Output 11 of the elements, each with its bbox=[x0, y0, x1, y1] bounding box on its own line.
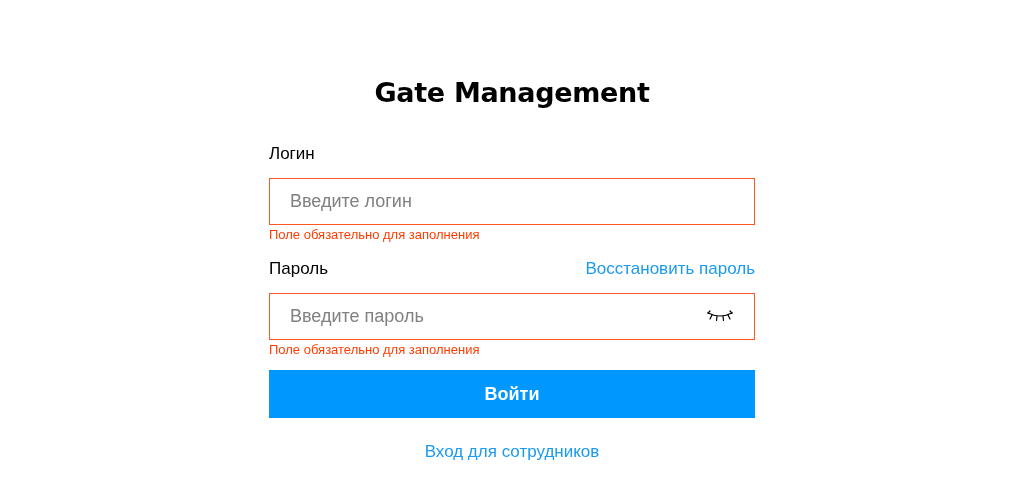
staff-login-link[interactable]: Вход для сотрудников bbox=[424, 441, 600, 463]
error-message: Поле обязательно для заполнения bbox=[269, 342, 481, 358]
login-button[interactable]: Войти bbox=[269, 370, 755, 418]
restore-password-link[interactable]: Восстановить пароль bbox=[585, 259, 755, 279]
field-label: Пароль bbox=[269, 259, 328, 279]
input-field[interactable]: Введите пароль bbox=[269, 293, 755, 340]
page-title: Gate Management bbox=[373, 77, 651, 109]
error-message: Поле обязательно для заполнения bbox=[269, 227, 481, 243]
input-field[interactable]: Введите логин bbox=[269, 178, 755, 225]
closed-eye-icon[interactable] bbox=[707, 310, 733, 322]
field-label: Логин bbox=[269, 144, 315, 164]
